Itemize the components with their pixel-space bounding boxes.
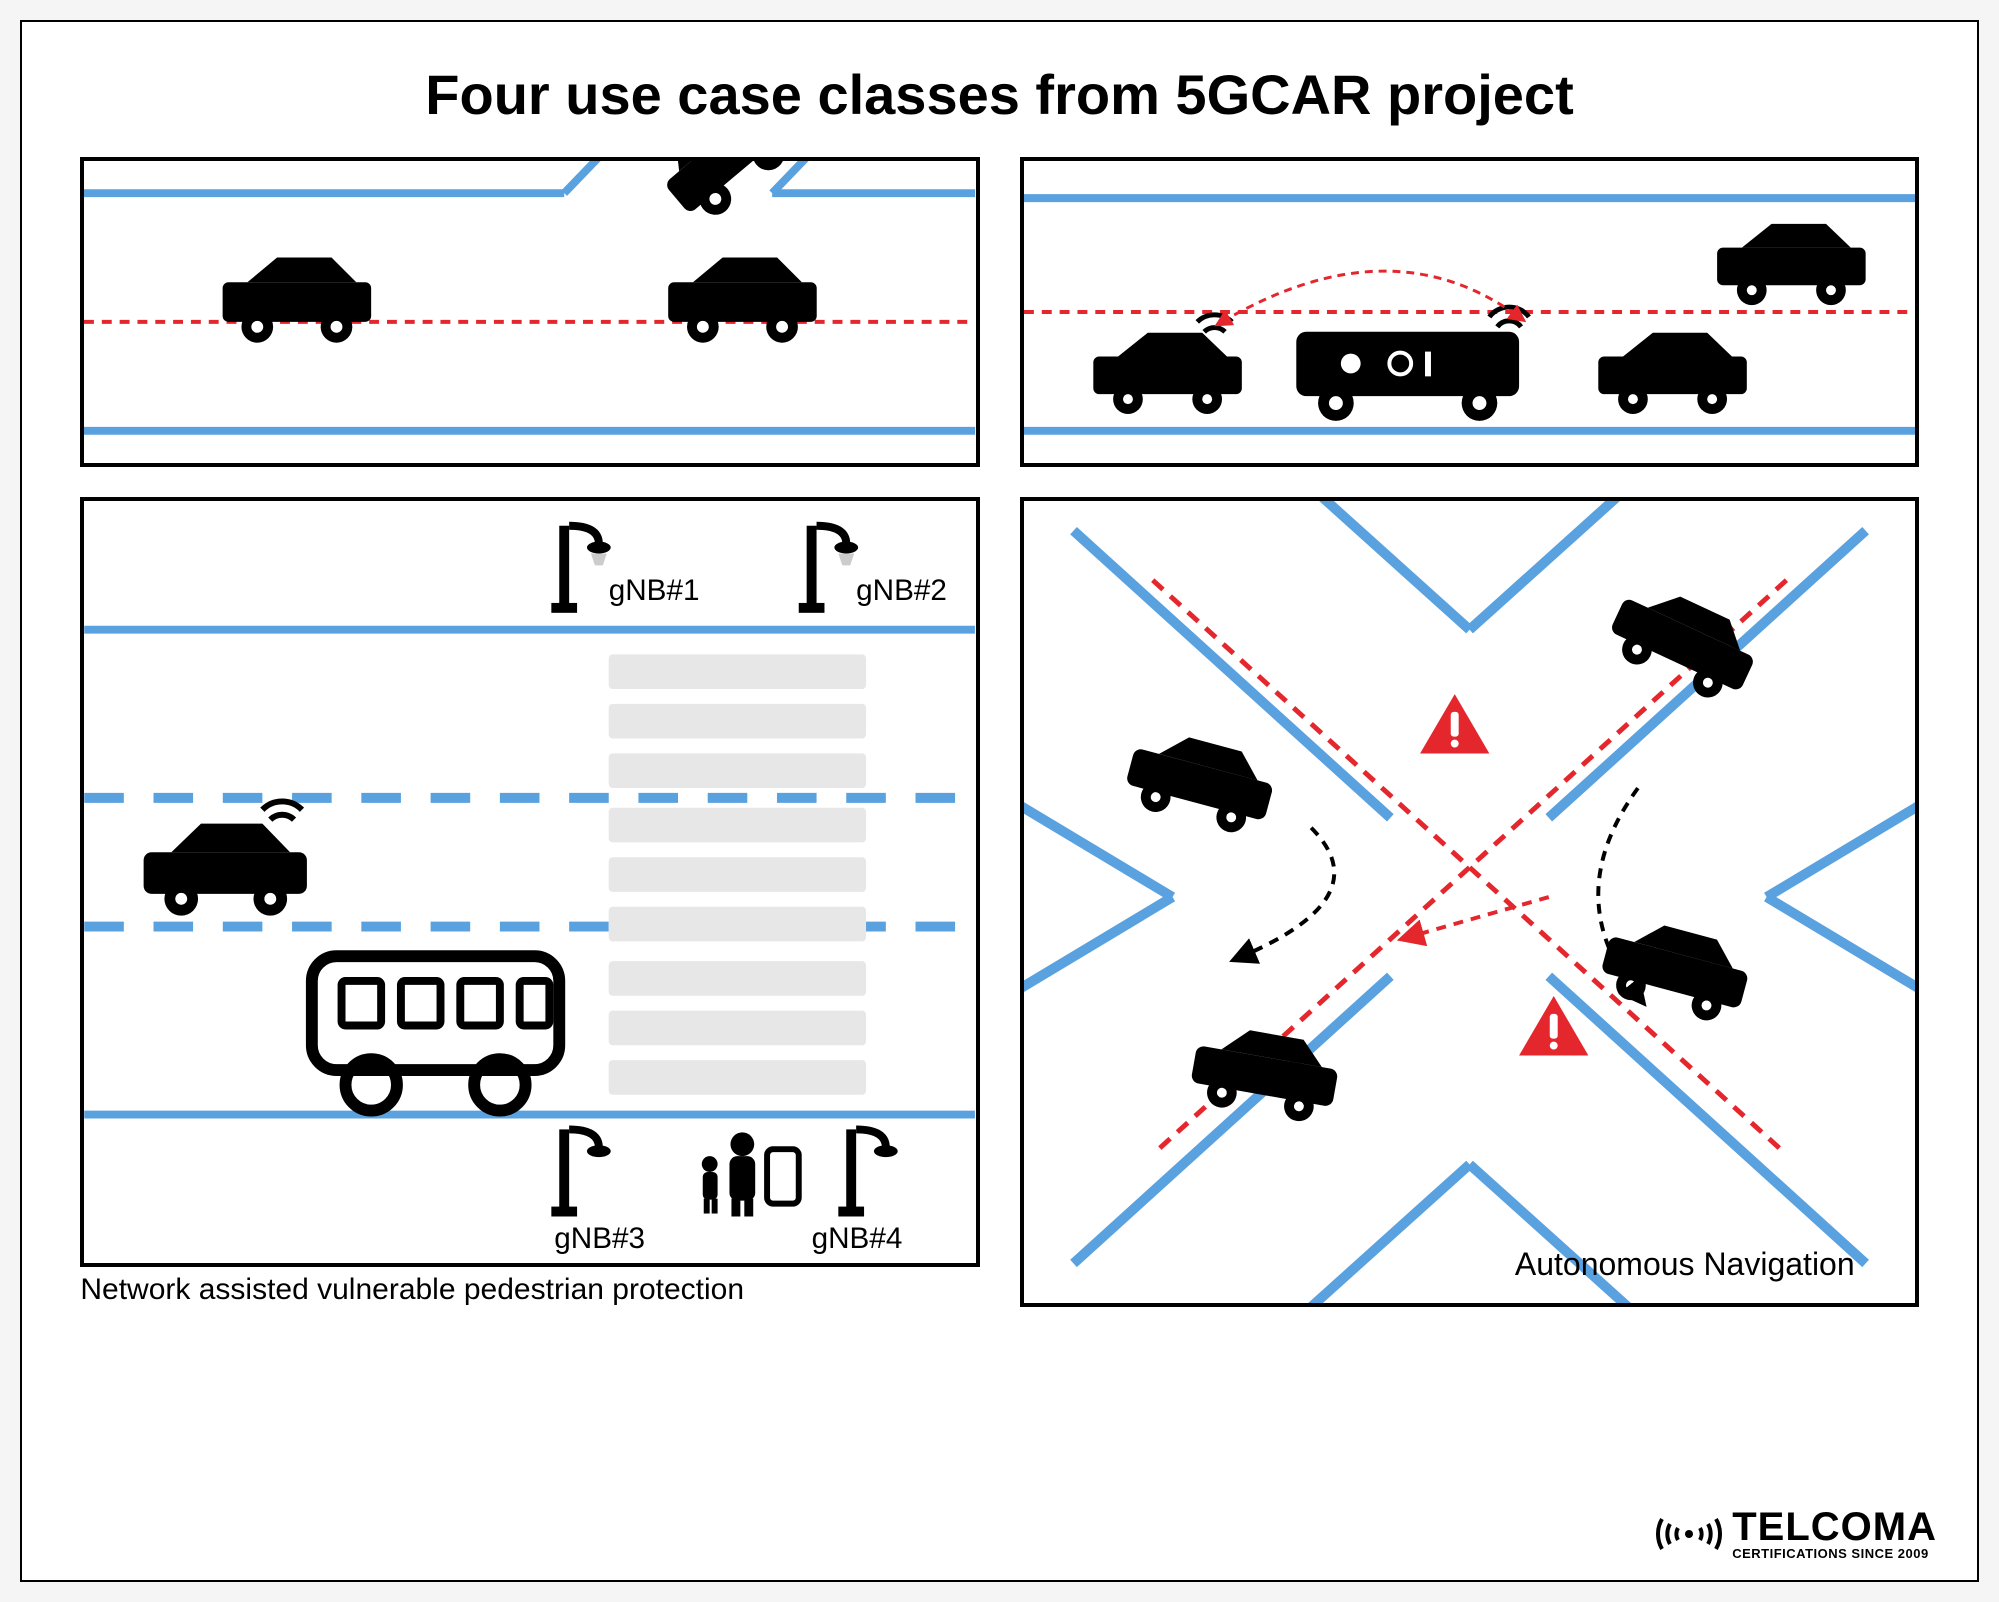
gnb-label: gNB#3 [555,1222,646,1255]
car-icon [144,801,307,915]
car-icon [1120,725,1280,841]
car-icon [223,258,372,343]
panel-pedestrian-wrap: gNB#1 gNB#2 [80,497,979,1307]
gnb-label: gNB#2 [857,574,948,607]
wifi-icon [263,801,303,819]
lamp-icon [552,526,611,613]
brand-tagline: CERTIFICATIONS SINCE 2009 [1732,1547,1928,1560]
gnb-label: gNB#4 [812,1222,903,1255]
car-icon [669,258,818,343]
panel-pedestrian: gNB#1 gNB#2 [80,497,979,1267]
panel-see-through [1020,157,1919,467]
signal-icon [1654,1509,1724,1559]
gnb-label: gNB#1 [609,574,700,607]
lamp-icon [799,526,858,613]
bus-icon [312,956,559,1110]
truck-icon [1296,307,1529,421]
car-icon [1717,224,1866,305]
lane-merge-svg [84,161,975,463]
car-icon [1598,333,1747,414]
warning-icon [1420,694,1489,753]
brand-name: TELCOMA [1732,1507,1937,1547]
lamp-icon [839,1129,898,1216]
pedestrian-icon [702,1132,799,1216]
panels-grid: gNB#1 gNB#2 [82,157,1917,1307]
car-icon [1595,913,1755,1029]
pedestrian-svg: gNB#1 gNB#2 [84,501,975,1263]
lamp-icon [552,1129,611,1216]
wifi-icon [1197,315,1232,332]
page-title: Four use case classes from 5GCAR project [82,62,1917,127]
panel-autonomous: Autonomous Navigation [1020,497,1919,1307]
brand-logo: TELCOMA CERTIFICATIONS SINCE 2009 [1654,1507,1937,1560]
panel-lane-merge [80,157,979,467]
car-icon [1093,315,1242,414]
panel-caption: Autonomous Navigation [1515,1246,1855,1283]
autonomous-svg [1024,501,1915,1303]
crosswalk-icon [609,654,866,1094]
diagram-page: Four use case classes from 5GCAR project [20,20,1979,1582]
panel-caption: Network assisted vulnerable pedestrian p… [80,1273,979,1307]
see-through-svg [1024,161,1915,463]
